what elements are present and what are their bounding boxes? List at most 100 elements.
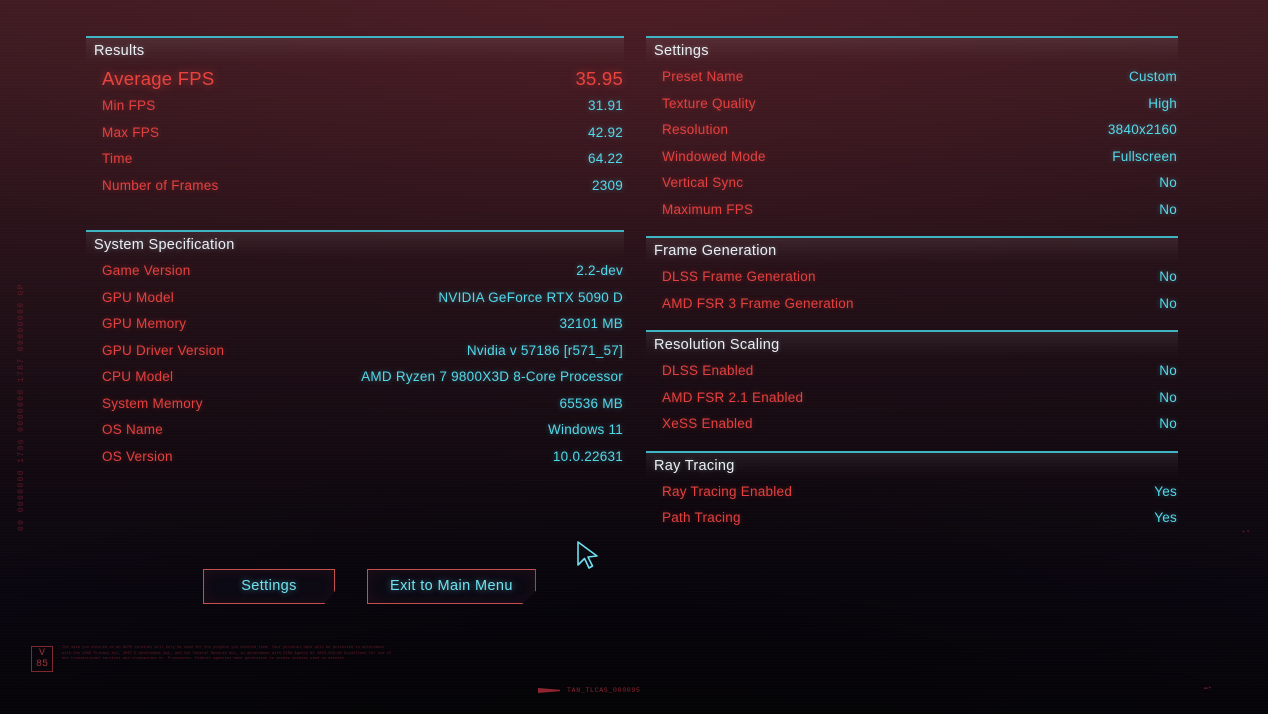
resscale-row-dlss-enabled: DLSS Enabled No [646, 363, 1178, 390]
setting-row-texture-quality: Texture Quality High [646, 96, 1178, 123]
setting-value-vertical-sync: No [1159, 175, 1177, 190]
raytracing-value-path-tracing: Yes [1154, 510, 1177, 525]
raytracing-label-path-tracing: Path Tracing [662, 510, 741, 525]
framegen-label-amd-fsr-3-frame-generation: AMD FSR 3 Frame Generation [662, 295, 854, 311]
setting-value-preset-name: Custom [1128, 69, 1177, 84]
setting-label-maximum-fps: Maximum FPS [662, 201, 754, 217]
spec-value-gpu-driver-version: Nvidia v 57186 [r571_57] [466, 342, 623, 358]
resolution-scaling-section-header: Resolution Scaling [646, 330, 1178, 358]
ray-tracing-rows: Ray Tracing Enabled Yes Path Tracing Yes [646, 479, 1178, 537]
results-rows: Average FPS 35.95 Min FPS 31.91 Max FPS … [86, 64, 624, 204]
raytracing-value-ray-tracing-enabled: Yes [1154, 483, 1177, 499]
settings-section-spacer [646, 228, 1178, 236]
result-value-time: 64.22 [587, 151, 623, 166]
resolution-scaling-section-spacer [646, 443, 1178, 451]
setting-row-windowed-mode: Windowed Mode Fullscreen [646, 149, 1178, 176]
resscale-value-dlss-enabled: No [1159, 363, 1177, 378]
result-label-min-fps: Min FPS [102, 98, 156, 113]
ray-tracing-section-header: Ray Tracing [646, 450, 1178, 479]
exit-to-main-menu-button-label: Exit to Main Menu [390, 578, 513, 594]
system-specification-section-title: System Specification [94, 237, 235, 253]
results-section-spacer [86, 204, 624, 230]
frame-generation-section-header: Frame Generation [646, 236, 1178, 264]
legal-disclaimer-text: The data you entered on an NCPD terminal… [62, 646, 392, 662]
spec-value-cpu-model: AMD Ryzen 7 9800X3D 8-Core Processor [361, 369, 623, 384]
spec-value-os-version: 10.0.22631 [552, 448, 623, 464]
spec-value-game-version: 2.2-dev [576, 263, 623, 278]
results-section-title: Results [94, 43, 145, 59]
settings-section: Settings Preset Name Custom Texture Qual… [646, 36, 1178, 236]
result-value-min-fps: 31.91 [587, 98, 623, 113]
resscale-row-amd-fsr-21-enabled: AMD FSR 2.1 Enabled No [646, 390, 1178, 417]
framegen-row-amd-fsr-3-frame-generation: AMD FSR 3 Frame Generation No [646, 296, 1178, 323]
spec-row-cpu-model: CPU Model AMD Ryzen 7 9800X3D 8-Core Pro… [86, 369, 624, 396]
raytracing-row-path-tracing: Path Tracing Yes [646, 510, 1178, 537]
spec-label-game-version: Game Version [102, 263, 191, 278]
framegen-label-dlss-frame-generation: DLSS Frame Generation [662, 269, 816, 284]
resscale-label-xess-enabled: XeSS Enabled [662, 416, 753, 431]
spec-label-gpu-driver-version: GPU Driver Version [102, 342, 225, 358]
setting-value-resolution: 3840x2160 [1107, 122, 1177, 137]
resscale-value-xess-enabled: No [1159, 416, 1177, 431]
spec-row-system-memory: System Memory 65536 MB [86, 396, 624, 423]
spec-value-gpu-memory: 32101 MB [559, 316, 623, 331]
result-row-max-fps: Max FPS 42.92 [86, 125, 624, 152]
setting-row-preset-name: Preset Name Custom [646, 69, 1178, 96]
legal-disclaimer-block: V 85 The data you entered on an NCPD ter… [31, 646, 392, 672]
version-badge-line-2: 85 [35, 659, 48, 670]
setting-label-texture-quality: Texture Quality [662, 95, 756, 111]
result-row-average-fps: Average FPS 35.95 [86, 68, 624, 98]
footer-wedge-icon [538, 688, 560, 693]
result-row-time: Time 64.22 [86, 151, 624, 178]
setting-label-resolution: Resolution [662, 122, 729, 137]
spec-label-gpu-model: GPU Model [102, 289, 175, 305]
result-label-number-of-frames: Number of Frames [102, 177, 219, 193]
exit-to-main-menu-button[interactable]: Exit to Main Menu [367, 569, 536, 604]
spec-row-gpu-memory: GPU Memory 32101 MB [86, 316, 624, 343]
raytracing-row-ray-tracing-enabled: Ray Tracing Enabled Yes [646, 484, 1178, 511]
results-section-header: Results [86, 36, 624, 64]
settings-section-title: Settings [654, 43, 709, 59]
frame-generation-rows: DLSS Frame Generation No AMD FSR 3 Frame… [646, 264, 1178, 322]
version-badge-line-1: V [38, 648, 45, 659]
result-value-average-fps: 35.95 [575, 68, 623, 89]
result-label-time: Time [102, 151, 133, 166]
results-section: Results Average FPS 35.95 Min FPS 31.91 … [86, 36, 624, 230]
right-low-decoration-mark: ▬▸ [1204, 684, 1213, 691]
result-row-number-of-frames: Number of Frames 2309 [86, 178, 624, 205]
left-edge-serial-code: 00 0000000 1786 0000000 1787 00000000 GP [17, 283, 26, 532]
result-value-number-of-frames: 2309 [591, 177, 623, 193]
frame-generation-section-spacer [646, 322, 1178, 330]
frame-generation-section: Frame Generation DLSS Frame Generation N… [646, 236, 1178, 330]
result-row-min-fps: Min FPS 31.91 [86, 98, 624, 125]
setting-value-windowed-mode: Fullscreen [1112, 148, 1177, 164]
spec-label-cpu-model: CPU Model [102, 369, 174, 384]
system-specification-rows: Game Version 2.2-dev GPU Model NVIDIA Ge… [86, 258, 624, 475]
setting-label-windowed-mode: Windowed Mode [662, 148, 766, 164]
settings-button[interactable]: Settings [203, 569, 335, 604]
mouse-cursor [576, 540, 602, 575]
result-label-average-fps: Average FPS [102, 68, 215, 89]
framegen-value-dlss-frame-generation: No [1159, 269, 1177, 284]
spec-label-os-version: OS Version [102, 448, 173, 464]
benchmark-results-screen: Results Average FPS 35.95 Min FPS 31.91 … [0, 0, 1268, 714]
resolution-scaling-section-title: Resolution Scaling [654, 337, 780, 353]
spec-row-gpu-model: GPU Model NVIDIA GeForce RTX 5090 D [86, 290, 624, 317]
setting-label-preset-name: Preset Name [662, 69, 744, 84]
spec-value-os-name: Windows 11 [547, 422, 623, 437]
version-badge: V 85 [31, 646, 53, 672]
system-specification-section-header: System Specification [86, 230, 624, 258]
spec-value-gpu-model: NVIDIA GeForce RTX 5090 D [438, 289, 623, 305]
resscale-label-amd-fsr-21-enabled: AMD FSR 2.1 Enabled [662, 389, 804, 405]
settings-rows: Preset Name Custom Texture Quality High … [646, 64, 1178, 228]
setting-value-texture-quality: High [1148, 95, 1177, 111]
frame-generation-section-title: Frame Generation [654, 243, 777, 259]
result-label-max-fps: Max FPS [102, 124, 160, 140]
setting-row-vertical-sync: Vertical Sync No [646, 175, 1178, 202]
right-mid-decoration-mark: ▸▪ [1242, 528, 1251, 535]
setting-row-maximum-fps: Maximum FPS No [646, 202, 1178, 229]
spec-row-os-name: OS Name Windows 11 [86, 422, 624, 449]
footer-tag: TAN_TLCAS_000095 [538, 687, 641, 694]
setting-row-resolution: Resolution 3840x2160 [646, 122, 1178, 149]
spec-label-gpu-memory: GPU Memory [102, 316, 187, 331]
